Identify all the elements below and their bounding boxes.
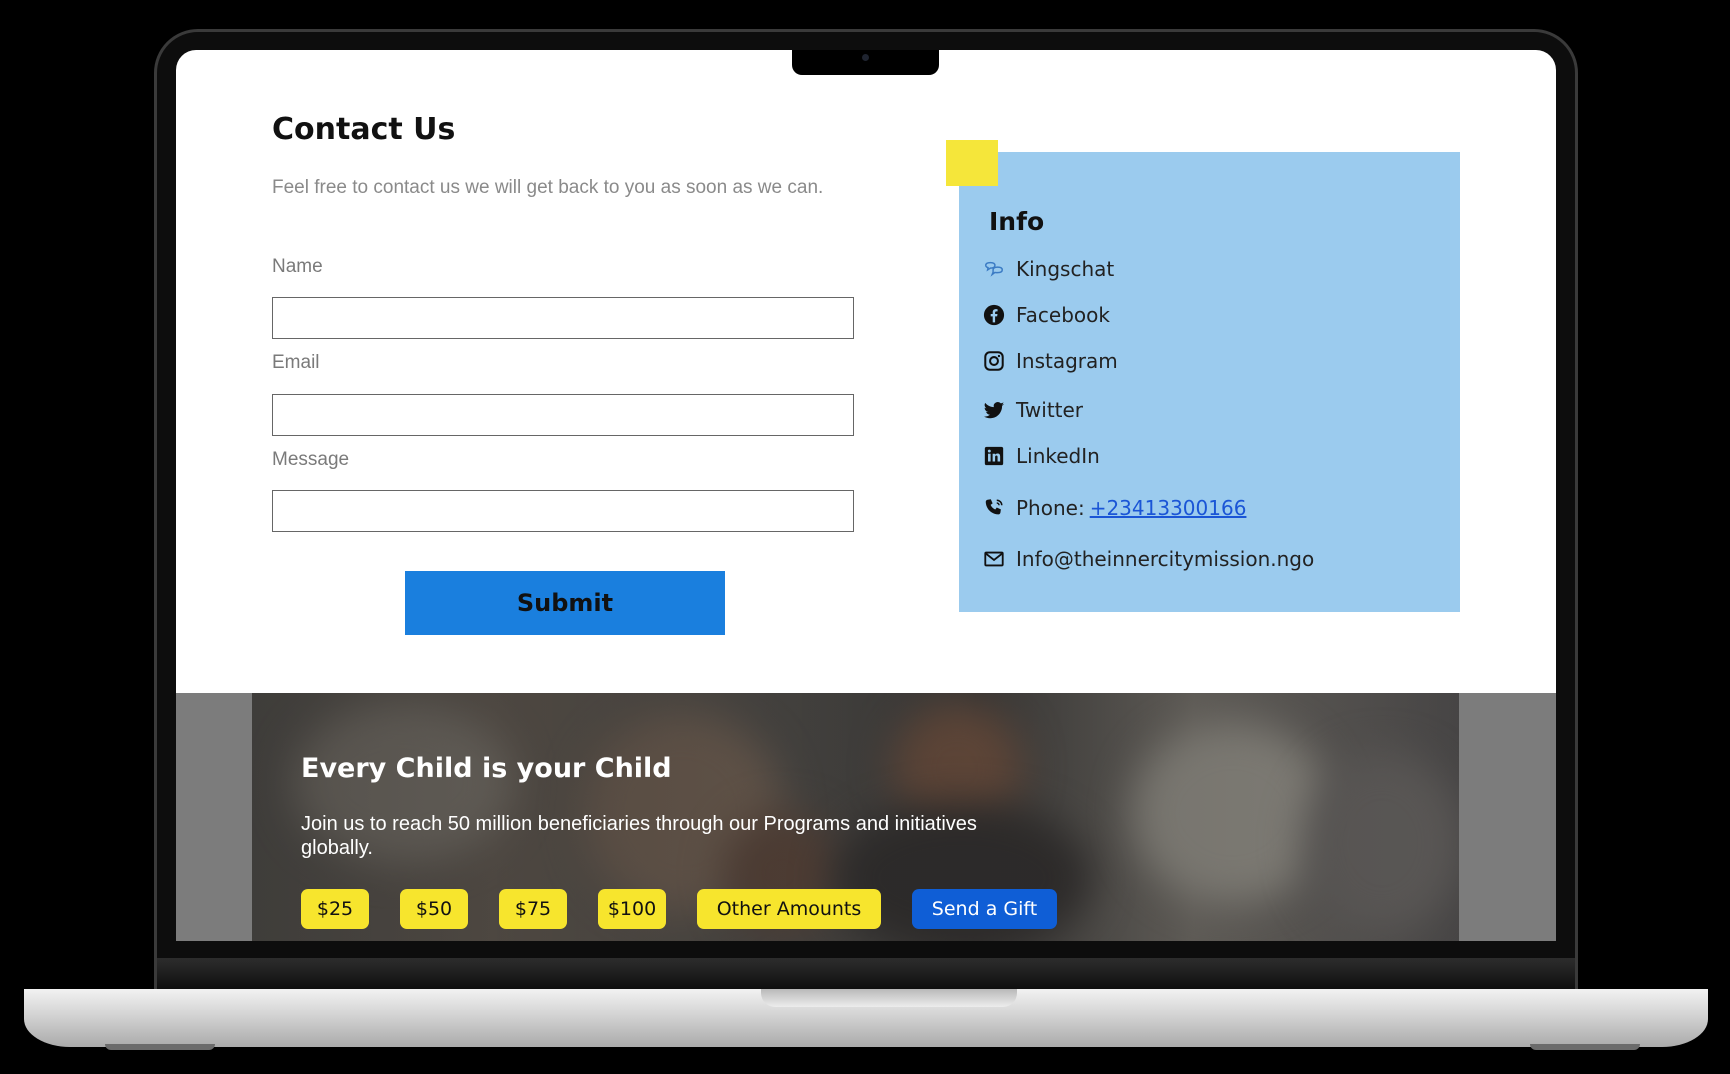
- name-field[interactable]: [272, 297, 854, 339]
- page-title: Contact Us: [272, 112, 456, 147]
- mail-icon: [983, 548, 1005, 570]
- email-address: Info@theinnercitymission.ngo: [1016, 547, 1315, 571]
- info-item-kingschat[interactable]: Kingschat: [983, 257, 1114, 281]
- info-item-label: Kingschat: [1016, 257, 1115, 281]
- banner-title: Every Child is your Child: [301, 753, 672, 784]
- info-item-label: LinkedIn: [1016, 444, 1100, 468]
- amount-button-100[interactable]: $100: [598, 889, 666, 929]
- laptop-hinge: [157, 958, 1575, 990]
- donation-banner: Every Child is your Child Join us to rea…: [176, 693, 1556, 941]
- amount-button-25[interactable]: $25: [301, 889, 369, 929]
- message-label: Message: [272, 449, 350, 470]
- kingschat-icon: [983, 258, 1005, 280]
- info-item-instagram[interactable]: Instagram: [983, 349, 1118, 373]
- phone-link[interactable]: +23413300166: [1090, 496, 1247, 520]
- phone-icon: [983, 497, 1005, 519]
- phone-label: Phone:: [1016, 496, 1085, 520]
- info-item-label: Twitter: [1016, 398, 1084, 422]
- twitter-icon: [983, 399, 1005, 421]
- name-label: Name: [272, 256, 323, 277]
- email-field[interactable]: [272, 394, 854, 436]
- info-item-phone: Phone: +23413300166: [983, 496, 1246, 520]
- camera-notch: [792, 50, 939, 75]
- other-amounts-button[interactable]: Other Amounts: [697, 889, 881, 929]
- submit-button[interactable]: Submit: [405, 571, 725, 635]
- info-title: Info: [989, 207, 1045, 236]
- message-field[interactable]: [272, 490, 854, 532]
- banner-description: Join us to reach 50 million beneficiarie…: [301, 813, 977, 859]
- instagram-icon: [983, 350, 1005, 372]
- email-label: Email: [272, 352, 320, 373]
- facebook-icon: [983, 304, 1005, 326]
- laptop-foot: [1530, 1044, 1640, 1050]
- browser-viewport: Contact Us Feel free to contact us we wi…: [176, 50, 1556, 941]
- info-item-facebook[interactable]: Facebook: [983, 303, 1110, 327]
- info-item-linkedin[interactable]: LinkedIn: [983, 444, 1100, 468]
- laptop-foot: [105, 1044, 215, 1050]
- info-panel: Info Kingschat Facebook Instagram Twitte…: [959, 152, 1460, 612]
- camera-icon: [862, 54, 869, 61]
- amount-button-75[interactable]: $75: [499, 889, 567, 929]
- send-gift-button[interactable]: Send a Gift: [912, 889, 1057, 929]
- amount-button-50[interactable]: $50: [400, 889, 468, 929]
- info-accent-square: [946, 140, 998, 186]
- info-item-label: Facebook: [1016, 303, 1110, 327]
- trackpad-notch: [761, 989, 1017, 1007]
- info-item-email[interactable]: Info@theinnercitymission.ngo: [983, 547, 1314, 571]
- linkedin-icon: [983, 445, 1005, 467]
- info-item-twitter[interactable]: Twitter: [983, 398, 1083, 422]
- contact-description: Feel free to contact us we will get back…: [272, 177, 824, 198]
- info-item-label: Instagram: [1016, 349, 1118, 373]
- laptop-base: [24, 989, 1708, 1047]
